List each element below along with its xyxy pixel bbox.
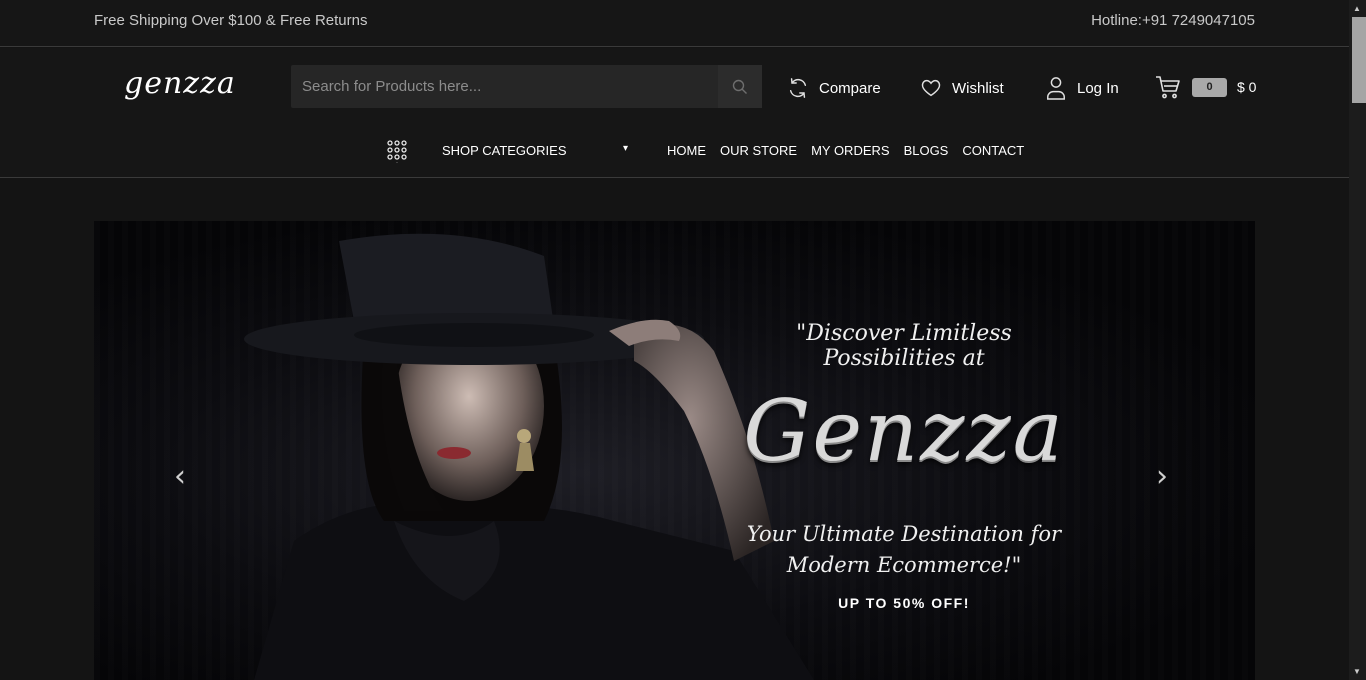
nav-our-store[interactable]: OUR STORE <box>720 143 797 158</box>
search-bar <box>291 65 762 108</box>
wishlist-link[interactable]: Wishlist <box>919 76 1004 100</box>
nav-my-orders[interactable]: MY ORDERS <box>811 143 890 158</box>
hero-brand-title: Genzza <box>743 382 1065 480</box>
refresh-icon <box>786 76 810 100</box>
compare-label: Compare <box>819 79 881 97</box>
search-input[interactable] <box>291 65 718 108</box>
user-icon <box>1044 76 1068 100</box>
scroll-up-icon[interactable]: ▲ <box>1353 4 1361 13</box>
hotline-text: Hotline:+91 7249047105 <box>1091 12 1255 29</box>
main-navigation: SHOP CATEGORIES ▾ HOME OUR STORE MY ORDE… <box>0 124 1349 178</box>
cart-icon <box>1156 76 1180 99</box>
nav-home[interactable]: HOME <box>667 143 706 158</box>
shipping-notice: Free Shipping Over $100 & Free Returns <box>94 12 368 29</box>
hero-tagline: "Discover Limitless Possibilities at <box>796 321 1012 371</box>
nav-links: HOME OUR STORE MY ORDERS BLOGS CONTACT <box>667 143 1024 158</box>
site-logo[interactable]: genzza <box>124 66 236 101</box>
site-header: genzza Compare Wishlist <box>0 48 1349 124</box>
top-announcement-bar: Free Shipping Over $100 & Free Returns H… <box>0 0 1349 47</box>
page-scrollbar[interactable]: ▲ ▼ <box>1349 0 1366 680</box>
scrollbar-thumb[interactable] <box>1352 17 1366 103</box>
login-label: Log In <box>1077 79 1119 97</box>
caret-down-icon[interactable]: ▾ <box>623 143 628 154</box>
cart-total: $ 0 <box>1237 79 1257 95</box>
hero-subtitle: Your Ultimate Destination for Modern Eco… <box>746 522 1062 577</box>
compare-link[interactable]: Compare <box>786 76 881 100</box>
login-link[interactable]: Log In <box>1044 76 1119 100</box>
heart-icon <box>919 76 943 100</box>
hero-offer: UP TO 50% OFF! <box>838 595 970 611</box>
search-icon <box>732 79 747 94</box>
nav-blogs[interactable]: BLOGS <box>904 143 949 158</box>
hero-text-block: "Discover Limitless Possibilities at Gen… <box>734 321 1074 611</box>
hero-banner: ‹ › "Discover Limitless Possibilities at… <box>94 221 1255 680</box>
scroll-down-icon[interactable]: ▼ <box>1353 667 1361 676</box>
grid-dots-icon <box>387 140 407 163</box>
chevron-right-icon[interactable]: › <box>1156 459 1168 494</box>
chevron-left-icon[interactable]: ‹ <box>174 459 186 494</box>
cart-link[interactable]: 0 $ 0 <box>1155 74 1256 100</box>
cart-count-badge: 0 <box>1192 77 1227 97</box>
wishlist-label: Wishlist <box>952 79 1004 97</box>
nav-contact[interactable]: CONTACT <box>962 143 1024 158</box>
search-button[interactable] <box>718 65 762 108</box>
shop-categories-dropdown[interactable]: SHOP CATEGORIES <box>442 143 567 158</box>
